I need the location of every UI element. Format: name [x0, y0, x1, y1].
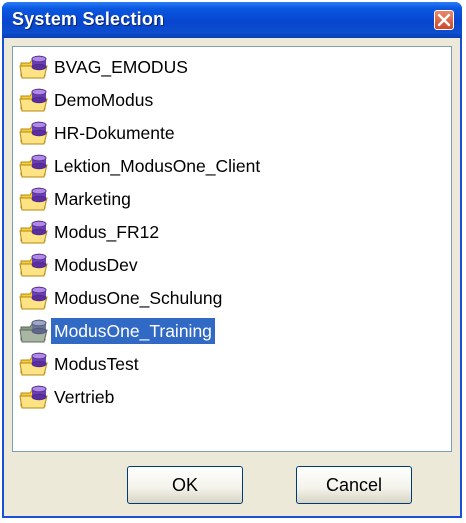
database-folder-icon [17, 119, 51, 147]
tree-item[interactable]: DemoModus [17, 86, 156, 114]
cancel-button[interactable]: Cancel [296, 466, 412, 504]
system-selection-dialog: System Selection BVAG_EMODUS DemoModus H… [2, 2, 462, 518]
tree-item-label: HR-Dokumente [54, 123, 175, 143]
button-bar: OK Cancel [4, 458, 460, 516]
tree-item-label: Marketing [54, 189, 131, 209]
tree-item[interactable]: BVAG_EMODUS [17, 53, 191, 81]
tree-item[interactable]: Vertrieb [17, 383, 117, 411]
tree-item-label: BVAG_EMODUS [54, 57, 188, 77]
close-icon [437, 13, 451, 27]
tree-item[interactable]: Lektion_ModusOne_Client [17, 152, 263, 180]
tree-item[interactable]: ModusOne_Schulung [17, 284, 225, 312]
tree-item[interactable]: Modus_FR12 [17, 218, 162, 246]
tree-item-label: Vertrieb [54, 387, 115, 407]
database-folder-icon [17, 317, 51, 345]
tree-item-label: Modus_FR12 [54, 222, 160, 242]
ok-button[interactable]: OK [127, 466, 243, 504]
tree-item[interactable]: ModusDev [17, 251, 141, 279]
database-folder-icon [17, 251, 51, 279]
tree-item[interactable]: Marketing [17, 185, 134, 213]
dialog-title: System Selection [12, 9, 165, 29]
title-bar[interactable]: System Selection [2, 2, 462, 38]
database-folder-icon [17, 383, 51, 411]
database-folder-icon [17, 185, 51, 213]
tree-item-label: ModusTest [54, 354, 139, 374]
tree-item-label: ModusOne_Schulung [54, 288, 223, 308]
tree-item-label: ModusOne_Training [51, 318, 215, 344]
database-folder-icon [17, 152, 51, 180]
database-folder-icon [17, 350, 51, 378]
database-folder-icon [17, 284, 51, 312]
tree-item-label: DemoModus [54, 90, 154, 110]
tree-item[interactable]: ModusTest [17, 350, 142, 378]
tree-item[interactable]: ModusOne_Training [17, 317, 215, 345]
database-folder-icon [17, 218, 51, 246]
tree-item-label: ModusDev [54, 255, 138, 275]
system-list[interactable]: BVAG_EMODUS DemoModus HR-Dokumente Lekti… [12, 46, 452, 452]
tree-item-label: Lektion_ModusOne_Client [54, 156, 261, 176]
tree-item[interactable]: HR-Dokumente [17, 119, 178, 147]
database-folder-icon [17, 53, 51, 81]
database-folder-icon [17, 86, 51, 114]
close-button[interactable] [434, 10, 454, 30]
